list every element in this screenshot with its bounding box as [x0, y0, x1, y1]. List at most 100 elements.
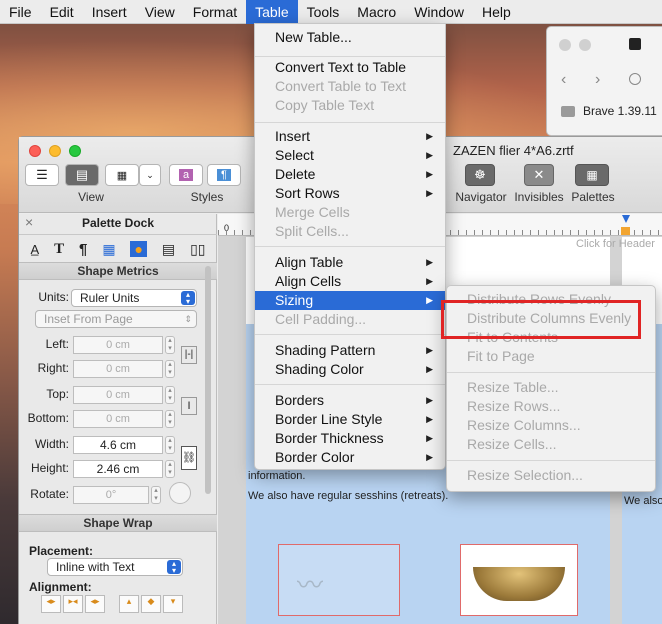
view-label: View: [78, 190, 104, 204]
grid-view-button[interactable]: ▦: [105, 164, 139, 186]
table-tab-icon[interactable]: ▦: [102, 241, 115, 258]
menu-help[interactable]: Help: [473, 0, 520, 24]
view-dropdown-button[interactable]: ⌄: [139, 164, 161, 186]
minimize-icon[interactable]: [579, 39, 591, 51]
back-icon[interactable]: ‹: [561, 71, 566, 89]
reload-icon[interactable]: [629, 73, 641, 85]
inset-select[interactable]: Inset From Page ⇕: [35, 310, 197, 328]
doc-text-information: information.: [248, 470, 306, 482]
bottom-field[interactable]: 0 cm: [73, 410, 163, 428]
header-hint[interactable]: Click for Header: [576, 238, 655, 250]
navigator-button[interactable]: ☸: [465, 164, 495, 186]
shape-tab-icon[interactable]: ●: [130, 241, 147, 257]
shape-wrap-header: Shape Wrap: [19, 514, 217, 532]
list-view-button[interactable]: ☰: [25, 164, 59, 186]
menu-item-insert[interactable]: Insert ▶: [255, 127, 445, 146]
invisibles-button[interactable]: ✕: [524, 164, 554, 186]
tab-stop-marker[interactable]: [622, 215, 630, 223]
menu-item-convert-text-to-table[interactable]: Convert Text to Table: [255, 58, 445, 77]
menu-item-border-thickness[interactable]: Border Thickness ▶: [255, 429, 445, 448]
align-center-icon[interactable]: ▸◂: [63, 595, 83, 613]
align-middle-icon[interactable]: ◆: [141, 595, 161, 613]
align-left-icon[interactable]: ◂▸: [41, 595, 61, 613]
width-stepper[interactable]: ▴ ▾: [165, 436, 175, 454]
chain-link-icon[interactable]: ⛓: [181, 446, 197, 470]
menu-separator: [255, 122, 445, 123]
menu-item-label: Borders: [275, 392, 325, 408]
height-stepper[interactable]: ▴ ▾: [165, 460, 175, 478]
submenu-arrow-icon: ▶: [426, 452, 433, 462]
layout-tab-icon[interactable]: ▤: [162, 241, 175, 258]
menu-item-new-table[interactable]: New Table...: [255, 28, 445, 47]
menu-item-delete[interactable]: Delete ▶: [255, 165, 445, 184]
submenu-arrow-icon: ▶: [426, 150, 433, 160]
menu-separator: [255, 384, 445, 385]
indent-marker[interactable]: [621, 227, 630, 235]
font-tab-icon[interactable]: T: [54, 241, 64, 258]
brave-logo-icon: [629, 38, 641, 50]
menu-item-sort-rows[interactable]: Sort Rows ▶: [255, 184, 445, 203]
close-icon[interactable]: [559, 39, 571, 51]
menu-item-shading-color[interactable]: Shading Color ▶: [255, 360, 445, 379]
rotate-stepper[interactable]: ▴ ▾: [151, 486, 161, 504]
browser-window[interactable]: ‹ › Brave 1.39.11: [546, 26, 662, 136]
menu-separator: [255, 334, 445, 335]
menu-table[interactable]: Table: [246, 0, 298, 24]
submenu-arrow-icon: ▶: [426, 295, 433, 305]
page-view-button[interactable]: ▤: [65, 164, 99, 186]
menu-item-borders[interactable]: Borders ▶: [255, 391, 445, 410]
menu-format[interactable]: Format: [184, 0, 246, 24]
palette-scrollbar[interactable]: [205, 266, 211, 494]
menu-item-align-cells[interactable]: Align Cells ▶: [255, 272, 445, 291]
menu-item-select[interactable]: Select ▶: [255, 146, 445, 165]
horizontal-link-icon[interactable]: |-|: [181, 346, 197, 364]
submenu-arrow-icon: ▶: [426, 257, 433, 267]
paragraph-tab-icon[interactable]: ¶: [79, 241, 87, 258]
menu-file[interactable]: File: [0, 0, 41, 24]
crane-image[interactable]: 〰: [278, 544, 400, 616]
menu-item-border-line-style[interactable]: Border Line Style ▶: [255, 410, 445, 429]
right-field[interactable]: 0 cm: [73, 360, 163, 378]
menu-window[interactable]: Window: [405, 0, 473, 24]
align-right-icon[interactable]: ◂▸: [85, 595, 105, 613]
menu-item-convert-table-to-text: Convert Table to Text: [275, 78, 407, 94]
align-bottom-icon[interactable]: ▾: [163, 595, 183, 613]
vertical-link-icon[interactable]: I: [181, 397, 197, 415]
top-stepper[interactable]: ▴ ▾: [165, 386, 175, 404]
menu-item-resize-rows: Resize Rows...: [467, 398, 561, 414]
paragraph-style-button[interactable]: ¶: [207, 164, 241, 186]
menu-macro[interactable]: Macro: [348, 0, 405, 24]
minimize-icon[interactable]: [49, 145, 61, 157]
palettes-button[interactable]: ▦: [575, 164, 609, 186]
top-field[interactable]: 0 cm: [73, 386, 163, 404]
menu-item-shading-pattern[interactable]: Shading Pattern ▶: [255, 341, 445, 360]
left-field[interactable]: 0 cm: [73, 336, 163, 354]
menu-insert[interactable]: Insert: [83, 0, 136, 24]
menu-item-border-color[interactable]: Border Color ▶: [255, 448, 445, 467]
menu-item-label: Border Color: [275, 449, 355, 465]
book-tab-icon[interactable]: ▯▯: [190, 241, 205, 258]
close-icon[interactable]: [29, 145, 41, 157]
units-select[interactable]: Ruler Units ▴ ▾: [71, 289, 197, 307]
text-style-tab-icon[interactable]: A̲: [30, 242, 39, 257]
character-style-button[interactable]: a: [169, 164, 203, 186]
bowl-image[interactable]: [460, 544, 578, 616]
bottom-stepper[interactable]: ▴ ▾: [165, 410, 175, 428]
left-stepper[interactable]: ▴ ▾: [165, 336, 175, 354]
menu-edit[interactable]: Edit: [41, 0, 83, 24]
forward-icon[interactable]: ›: [595, 71, 600, 89]
menu-item-split-cells: Split Cells...: [275, 223, 349, 239]
menu-item-sizing[interactable]: Sizing ▶: [255, 291, 445, 310]
align-top-icon[interactable]: ▴: [119, 595, 139, 613]
right-stepper[interactable]: ▴ ▾: [165, 360, 175, 378]
height-field[interactable]: 2.46 cm: [73, 460, 163, 478]
menu-tools[interactable]: Tools: [298, 0, 349, 24]
menu-item-label: Sort Rows: [275, 185, 340, 201]
menu-item-align-table[interactable]: Align Table ▶: [255, 253, 445, 272]
placement-select[interactable]: Inline with Text ▴ ▾: [47, 558, 183, 576]
rotation-dial[interactable]: [169, 482, 191, 504]
rotate-field[interactable]: 0°: [73, 486, 149, 504]
menu-view[interactable]: View: [136, 0, 184, 24]
width-field[interactable]: 4.6 cm: [73, 436, 163, 454]
zoom-icon[interactable]: [69, 145, 81, 157]
